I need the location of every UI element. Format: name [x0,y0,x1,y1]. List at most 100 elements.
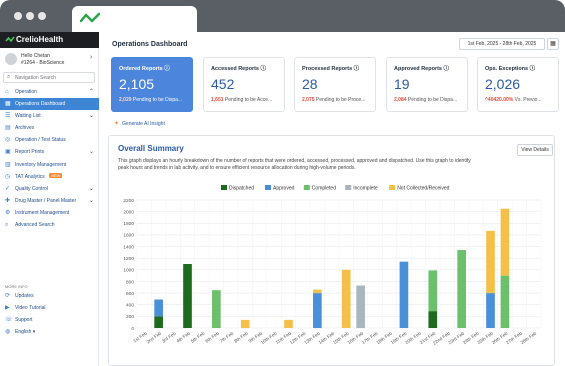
view-details-button[interactable]: View Details [517,144,553,156]
card-accessed-reports[interactable]: Accessed Reports ⓘ 452 1,651 Pending to … [203,57,285,112]
sidebar-item-support[interactable]: ☏ Support [0,314,99,326]
list-icon: ☰ [5,113,11,120]
card-value: 2,026 [485,76,521,92]
sidebar-item-drug-master[interactable]: ✚ Drug Master / Panel Master ⌄ [0,195,99,207]
y-tick-label: 2200 [123,198,134,204]
sidebar-item-test-status[interactable]: ◎ Operation / Test Status [0,134,99,146]
chevron-down-icon: ⌄ [88,149,94,156]
window-dot-icon[interactable] [26,12,34,20]
card-processed-reports[interactable]: Processed Reports ⓘ 28 2,075 Pending to … [294,57,376,112]
sidebar-item-label: TAT Analytics [15,173,45,180]
card-ordered-reports[interactable]: Ordered Reports ⓘ 2,105 2,029 Pending to… [111,57,193,112]
sidebar-item-label: Archives [15,125,35,132]
brand-name: CrelioHealth [16,35,64,44]
window-dot-icon[interactable] [14,12,22,20]
card-title: Processed Reports ⓘ [302,66,360,72]
legend-label: Dispatched [229,186,254,192]
bar-segment [284,319,293,328]
generate-ai-insight-link[interactable]: ✦ Generate AI Insight [114,120,165,127]
card-value: 19 [394,76,410,92]
search-icon: ⌕ [7,74,11,80]
sidebar-item-tat-analytics[interactable]: ◷ TAT Analytics NEW [0,171,99,183]
drug-icon: ✚ [5,197,11,204]
calendar-icon[interactable]: ▦ [547,38,559,50]
bar-segment [457,250,466,328]
bar-segment [240,319,250,328]
chevron-down-icon: ▾ [32,329,36,336]
sidebar-item-quality-control[interactable]: ✓ Quality Control ⌄ [0,183,99,195]
card-value: 452 [211,76,235,92]
y-tick-label: 400 [126,303,134,309]
y-tick-label: 1200 [123,256,134,262]
browser-tab[interactable] [72,6,197,32]
video-icon: ▶ [5,305,10,312]
sidebar-item-advanced-search[interactable]: ⌕ Advanced Search [0,219,99,231]
print-icon: ▣ [5,149,11,156]
bar-segment [313,289,322,294]
bar-segment [313,293,322,328]
x-tick-label: 6th Feb [204,330,220,343]
y-tick-label: 2000 [123,209,134,215]
legend-swatch [265,185,271,190]
info-icon: ⓘ [353,66,360,72]
bar-segment [399,261,409,328]
bar-segment [341,269,351,328]
sidebar-item-label: Operation [15,89,37,95]
info-icon: ⓘ [164,66,170,72]
legend-label: Not Collected/Received [397,186,449,192]
archive-icon: ▤ [5,125,11,132]
x-tick-label: 28th Feb [520,330,538,345]
y-tick-label: 1000 [123,268,134,274]
chevron-down-icon: ⌄ [88,197,94,204]
card-title: Accessed Reports ⓘ [211,66,267,72]
brand-bar[interactable]: CrelioHealth [0,32,99,48]
window-dot-icon[interactable] [38,12,46,20]
legend-swatch [303,185,310,190]
sidebar-item-video-tutorial[interactable]: ▶ Video Tutorial [0,302,99,314]
bar-segment [356,285,365,328]
nav-list: ⌂ Operation ⌃ ▦ Operations Dashboard ☰ W… [0,86,99,231]
card-subtext: 2,029 Pending to be Dispa... [119,97,183,103]
user-profile[interactable]: Hello Chetan #1264 - BioScience › [3,50,96,70]
quality-icon: ✓ [5,185,11,192]
bar-segment [154,316,163,328]
footer-nav: ⟳ Updates ▶ Video Tutorial ☏ Support ◍ E… [0,290,99,338]
brand-logo-icon [5,36,15,43]
chevron-down-icon: ⌄ [88,113,94,120]
sidebar-item-label: Operations Dashboard [15,101,66,108]
user-org: #1264 - BioScience [21,60,65,66]
browser-frame: CrelioHealth Hello Chetan #1264 - BioSci… [0,0,565,366]
sidebar-item-updates[interactable]: ⟳ Updates [0,290,99,302]
card-title: Ordered Reports ⓘ [119,66,170,72]
x-tick-label: 2nd Feb [146,330,163,344]
sidebar-item-waiting-list[interactable]: ☰ Waiting List ⌄ [0,110,99,122]
card-subtext: 1,651 Pending to be Acce... [211,97,273,103]
card-ops-exceptions[interactable]: Ops. Exceptions ⓘ 2,026 ^40420.00% Vs. P… [477,57,559,112]
language-select[interactable]: ◍ English ▾ [0,326,99,338]
card-approved-reports[interactable]: Approved Reports ⓘ 19 2,084 Pending to b… [386,57,468,112]
chevron-right-icon[interactable]: › [90,54,92,61]
updates-icon: ⟳ [5,293,11,299]
bar-segment [486,230,495,294]
date-range-picker[interactable]: 1st Feb, 2025 - 28th Feb, 2025 [459,38,545,50]
clock-icon: ◷ [5,173,11,180]
sparkle-icon: ✦ [114,121,120,127]
status-icon: ◎ [5,137,11,144]
sidebar-item-archives[interactable]: ▤ Archives [0,122,99,134]
browser-titlebar [0,0,565,32]
sidebar-item-inventory[interactable]: ▥ Inventory Management [0,159,99,171]
x-tick-label: 4th Feb [175,330,191,343]
main-content: Operations Dashboard 1st Feb, 2025 - 28t… [99,32,565,366]
x-tick-label: 5th Feb [190,330,206,343]
sidebar-item-label: Updates [15,293,34,299]
bar-segment [500,275,510,328]
nav-search-input[interactable] [15,74,93,82]
sidebar-item-instrument-management[interactable]: ⚙ Instrument Management [0,207,99,219]
y-tick-label: 1400 [123,244,134,250]
sidebar-item-operation[interactable]: ⌂ Operation ⌃ [0,86,99,98]
crelio-check-icon [80,12,100,23]
sidebar-item-report-prints[interactable]: ▣ Report Prints ⌄ [0,146,99,158]
globe-icon: ◍ [5,329,11,336]
sidebar-item-operations-dashboard[interactable]: ▦ Operations Dashboard [0,98,99,111]
instrument-icon: ⚙ [5,209,11,216]
